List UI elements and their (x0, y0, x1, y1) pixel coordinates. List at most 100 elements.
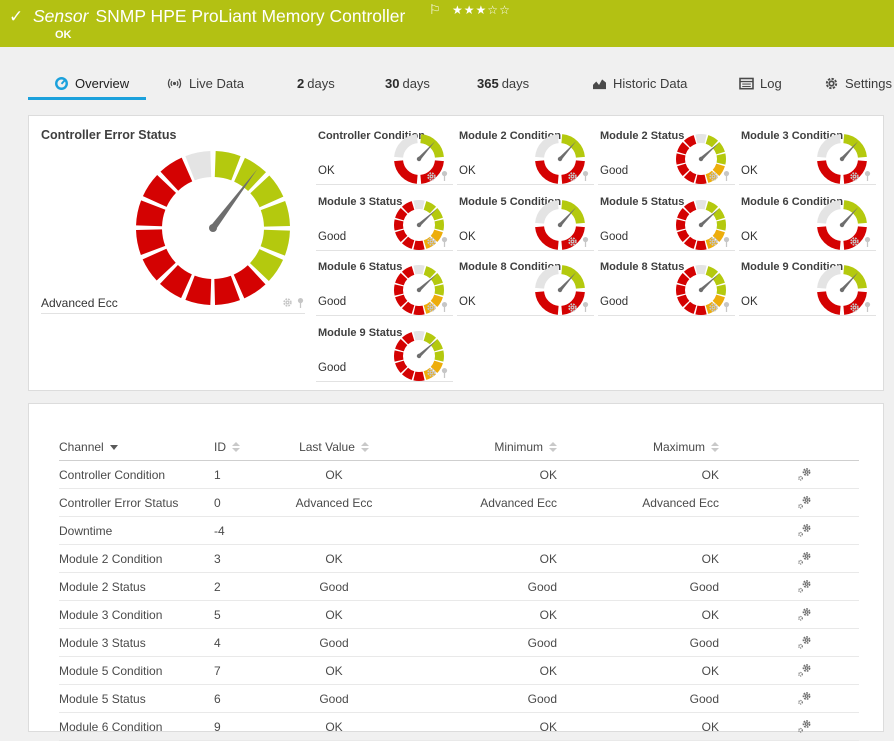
channel-settings-icon[interactable] (797, 495, 859, 510)
cell-last-value: OK (325, 551, 343, 566)
column-header-maximum[interactable]: Maximum (653, 440, 719, 454)
channels-panel: Channel ID Last Value Minimum Maximum Contro… (28, 403, 884, 741)
cell-channel: Module 2 Condition (59, 551, 163, 566)
cell-maximum: OK (701, 719, 719, 734)
channel-settings-icon[interactable] (797, 467, 859, 482)
cell-maximum: Advanced Ecc (642, 495, 719, 510)
star-icon[interactable]: ★ (476, 3, 488, 17)
gauge-cell-module-8-status: Module 8 Status Good (598, 258, 735, 324)
pin-icon[interactable] (863, 170, 872, 182)
flag-icon[interactable]: ⚐ (429, 2, 441, 18)
channel-settings-icon[interactable] (797, 719, 859, 734)
gear-icon[interactable] (567, 236, 578, 247)
pin-icon[interactable] (722, 170, 731, 182)
pin-icon[interactable] (581, 236, 590, 248)
table-row: Module 2 Condition 3 OK OK OK (59, 545, 859, 573)
cell-last-value: OK (325, 607, 343, 622)
tab-2-days[interactable]: 2 days (297, 76, 335, 91)
tab-log[interactable]: Log (739, 76, 782, 91)
pin-icon[interactable] (722, 236, 731, 248)
cell-maximum: OK (701, 551, 719, 566)
gear-icon[interactable] (426, 302, 437, 313)
gauge-cell-module-5-condition: Module 5 Condition OK (457, 193, 594, 259)
sensor-header: ✓ Sensor SNMP HPE ProLiant Memory Control… (0, 0, 894, 47)
column-header-minimum[interactable]: Minimum (494, 440, 557, 454)
star-icon[interactable]: ★ (464, 3, 476, 17)
table-row: Downtime -4 (59, 517, 859, 545)
channel-settings-icon[interactable] (797, 691, 859, 706)
gauge-cell-module-8-condition: Module 8 Condition OK (457, 258, 594, 324)
cell-id: 4 (214, 635, 221, 650)
gear-icon[interactable] (849, 302, 860, 313)
tab-365-days[interactable]: 365 days (477, 76, 529, 91)
star-icon[interactable]: ☆ (487, 3, 499, 17)
cell-minimum: OK (539, 551, 557, 566)
pin-icon[interactable] (863, 301, 872, 313)
pin-icon[interactable] (440, 367, 449, 379)
log-icon (739, 77, 754, 90)
cell-last-value: OK (325, 663, 343, 678)
cell-last-value: Advanced Ecc (295, 495, 373, 510)
tab-live-data[interactable]: Live Data (166, 76, 244, 91)
gauge-value: OK (741, 230, 758, 243)
table-row: Module 5 Status 6 Good Good Good (59, 685, 859, 713)
cell-maximum: Good (689, 691, 719, 706)
cell-channel: Module 3 Status (59, 635, 146, 650)
table-row: Module 6 Condition 9 OK OK OK (59, 713, 859, 741)
channel-settings-icon[interactable] (797, 579, 859, 594)
cell-minimum: OK (539, 607, 557, 622)
gauge-value: Good (600, 165, 629, 177)
cell-minimum: Good (527, 579, 557, 594)
cell-id: -4 (214, 523, 225, 538)
gear-icon[interactable] (426, 171, 437, 182)
rating-stars[interactable]: ★★★☆☆ (452, 3, 511, 17)
column-header-last-value[interactable]: Last Value (299, 440, 369, 454)
gear-icon[interactable] (708, 171, 719, 182)
cell-maximum: Good (689, 579, 719, 594)
cell-channel: Controller Condition (59, 467, 166, 482)
gauge-value: OK (741, 165, 758, 177)
gear-icon[interactable] (708, 302, 719, 313)
cell-id: 9 (214, 719, 221, 734)
cell-last-value: Good (319, 579, 349, 594)
column-header-id[interactable]: ID (214, 440, 240, 454)
channel-settings-icon[interactable] (797, 635, 859, 650)
pin-icon[interactable] (296, 297, 305, 309)
gear-icon[interactable] (282, 297, 293, 308)
gear-icon[interactable] (426, 367, 437, 378)
pin-icon[interactable] (581, 301, 590, 313)
channel-settings-icon[interactable] (797, 551, 859, 566)
cell-channel: Downtime (59, 523, 113, 538)
tab-historic-data[interactable]: Historic Data (592, 76, 687, 91)
tab-settings[interactable]: Settings (824, 76, 892, 91)
channel-settings-icon[interactable] (797, 523, 859, 538)
star-icon[interactable]: ☆ (499, 3, 511, 17)
gear-icon[interactable] (567, 171, 578, 182)
tab-30-days[interactable]: 30 days (385, 76, 430, 91)
gear-icon[interactable] (426, 236, 437, 247)
pin-icon[interactable] (440, 170, 449, 182)
gauge-title: Module 8 Status (600, 261, 685, 274)
pin-icon[interactable] (722, 301, 731, 313)
gear-icon[interactable] (849, 236, 860, 247)
pin-icon[interactable] (863, 236, 872, 248)
tab-overview[interactable]: Overview (54, 76, 129, 91)
pin-icon[interactable] (440, 236, 449, 248)
sort-icon (549, 442, 557, 452)
cell-last-value: OK (325, 467, 343, 482)
gauge-value: OK (318, 165, 335, 177)
gauge-cell-module-3-status: Module 3 Status Good (316, 193, 453, 259)
gear-icon[interactable] (849, 171, 860, 182)
star-icon[interactable]: ★ (452, 3, 464, 17)
pin-icon[interactable] (581, 170, 590, 182)
cell-id: 6 (214, 691, 221, 706)
column-header-channel[interactable]: Channel (59, 440, 118, 454)
gear-icon[interactable] (708, 236, 719, 247)
channel-settings-icon[interactable] (797, 607, 859, 622)
channel-settings-icon[interactable] (797, 663, 859, 678)
gauge-value: Advanced Ecc (41, 295, 118, 310)
gauge-cell-module-2-status: Module 2 Status Good (598, 127, 735, 193)
gauge-value: OK (459, 230, 476, 243)
gear-icon[interactable] (567, 302, 578, 313)
pin-icon[interactable] (440, 301, 449, 313)
